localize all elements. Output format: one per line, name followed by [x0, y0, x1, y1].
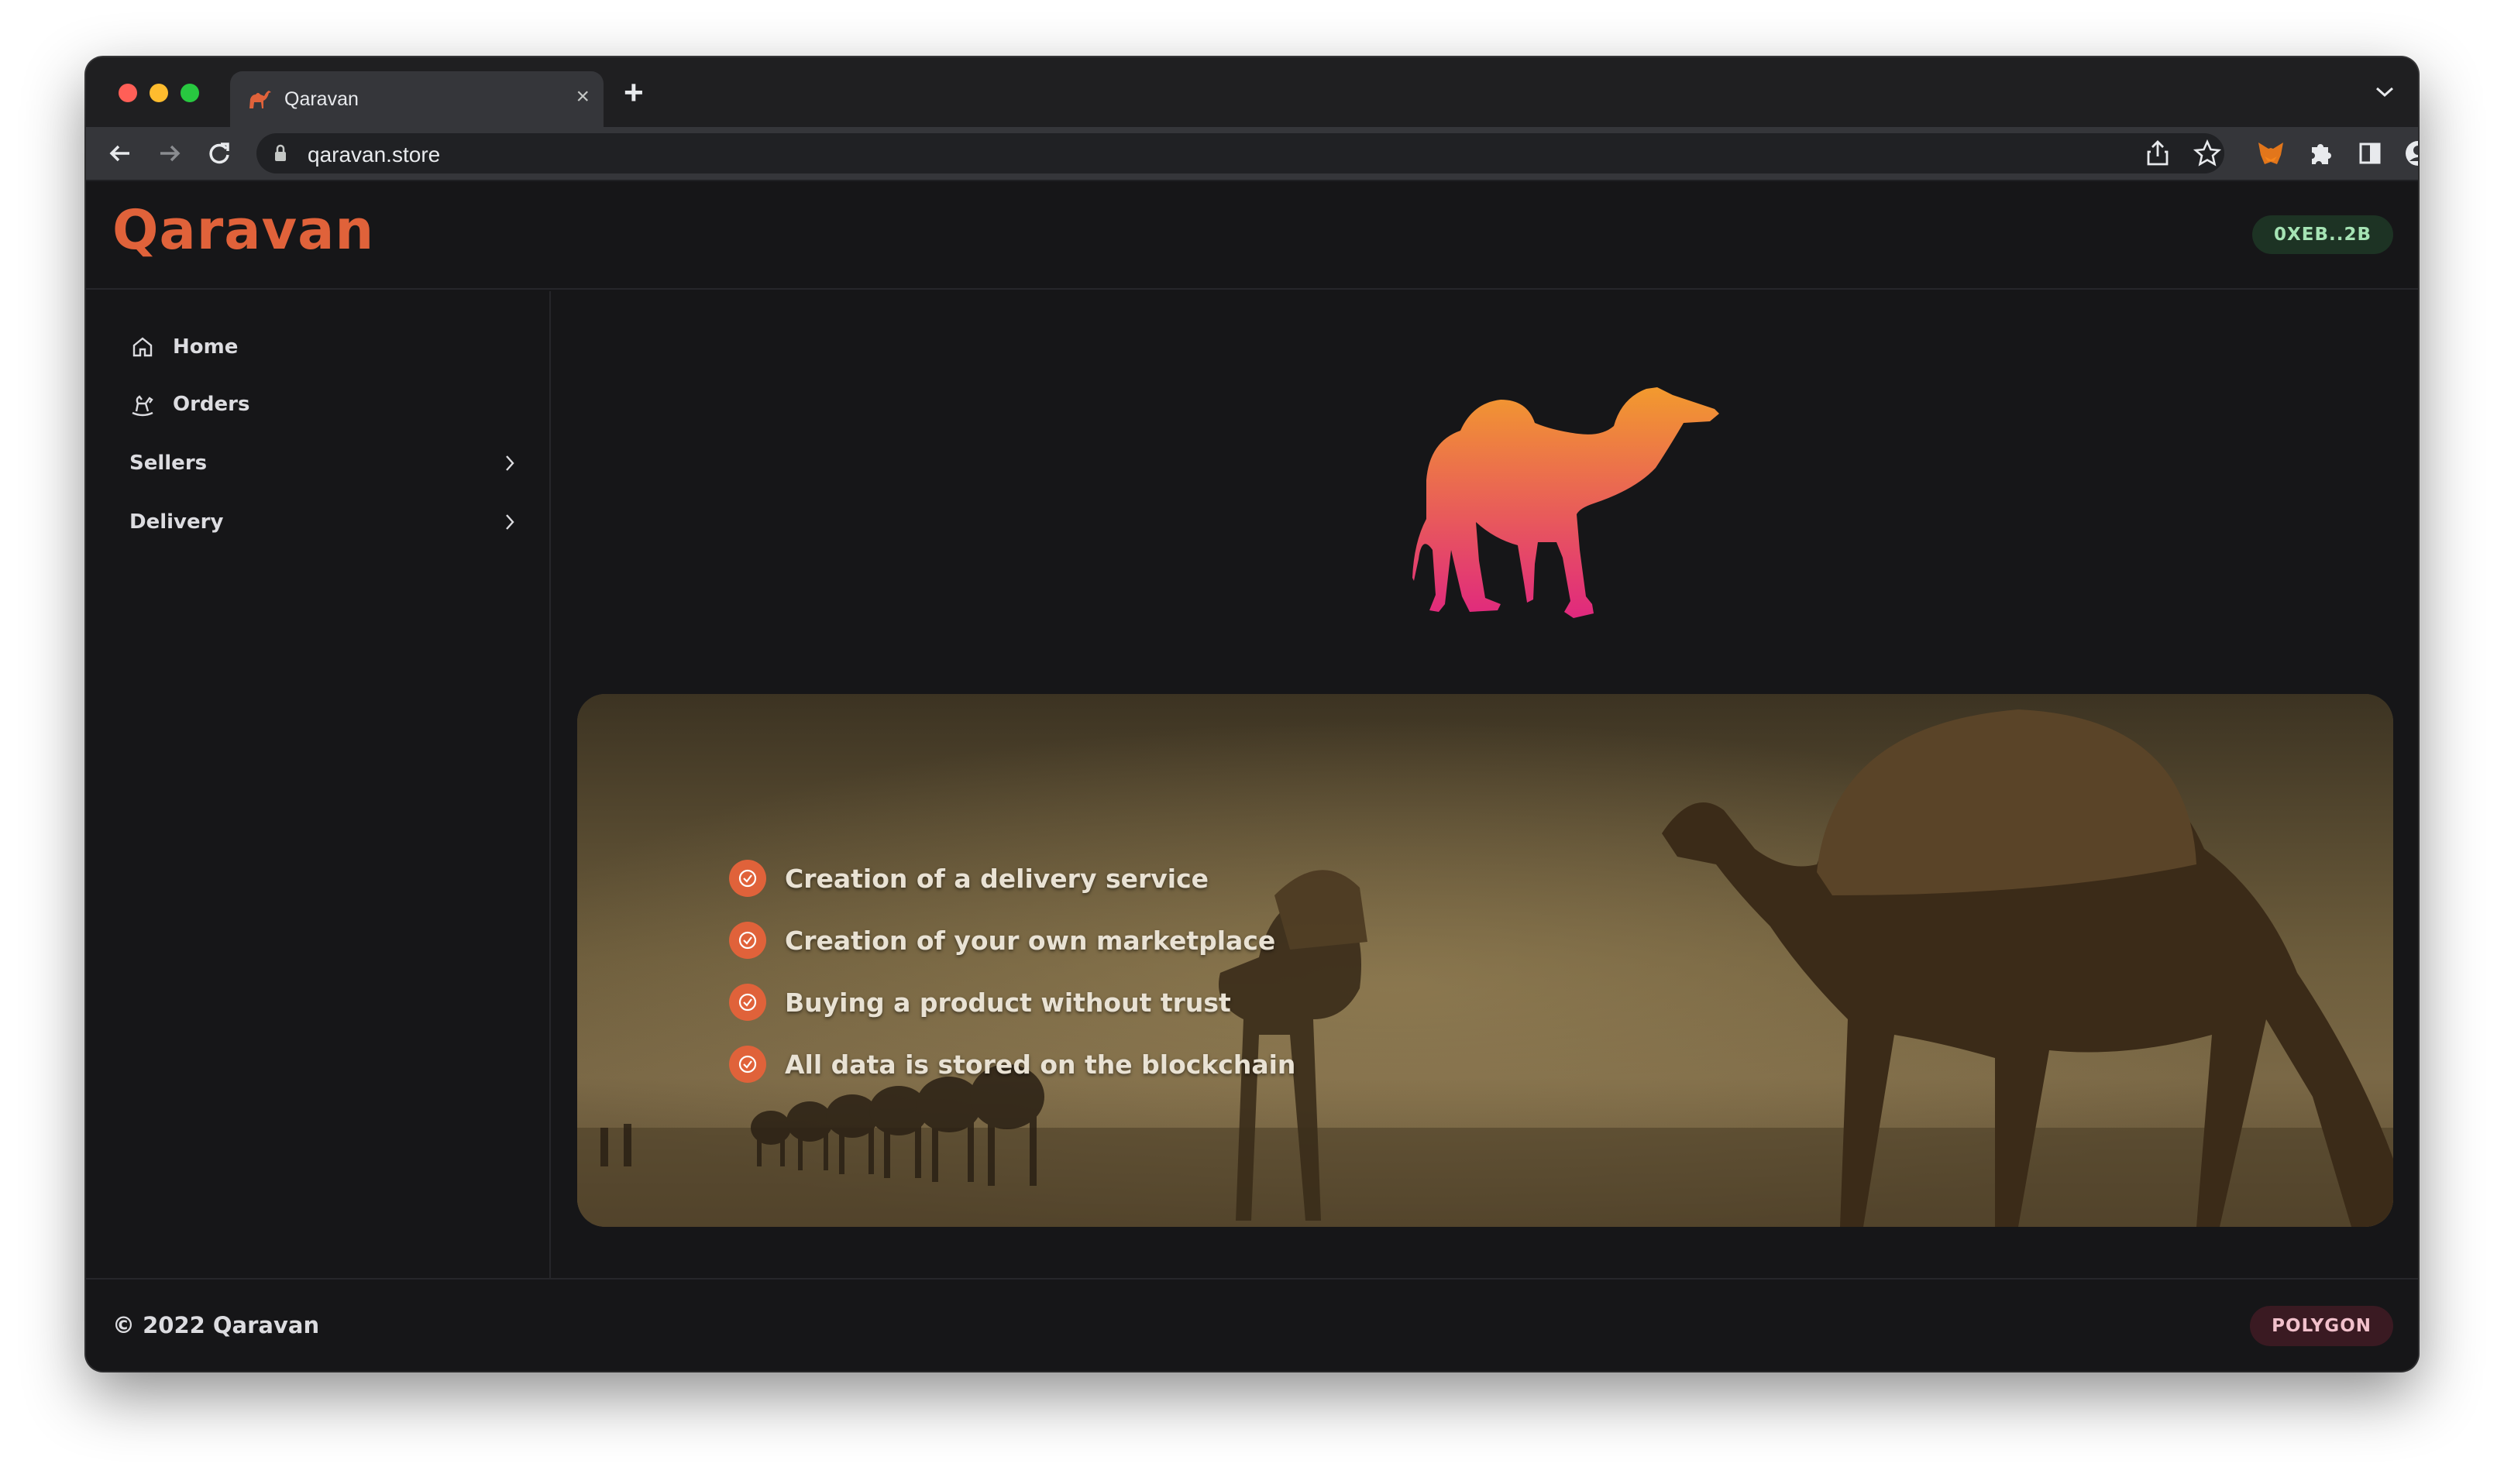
metamask-fox-icon[interactable]	[2255, 138, 2286, 169]
bookmark-star-icon[interactable]	[2192, 138, 2223, 169]
main-content: Creation of a delivery service Creation …	[552, 291, 2418, 1278]
tab-qaravan[interactable]: Qaravan ×	[230, 71, 604, 127]
back-arrow-icon[interactable]	[103, 136, 137, 170]
list-item: Creation of a delivery service	[729, 847, 1295, 909]
qaravan-logo[interactable]: Qaravan	[112, 198, 374, 262]
sidebar-item-sellers[interactable]: Sellers	[129, 443, 517, 483]
browser-window: Qaravan × + qaravan.store Qaravan 0XEB..…	[86, 57, 2418, 1371]
feature-text: All data is stored on the blockchain	[785, 1049, 1296, 1080]
new-tab-button[interactable]: +	[624, 76, 644, 110]
address-bar[interactable]: qaravan.store	[256, 133, 2224, 173]
sidebar-item-label: Orders	[173, 393, 250, 416]
camel-favicon-icon	[249, 91, 271, 108]
check-circle-icon	[729, 922, 766, 959]
network-badge[interactable]: POLYGON	[2250, 1306, 2393, 1346]
hero-banner: Creation of a delivery service Creation …	[577, 694, 2393, 1227]
extensions-puzzle-icon[interactable]	[2305, 138, 2336, 169]
home-icon	[132, 337, 153, 357]
url-text: qaravan.store	[308, 143, 441, 167]
sidebar-item-label: Sellers	[129, 452, 208, 475]
side-panel-icon[interactable]	[2354, 138, 2385, 169]
app-header: Qaravan 0XEB..2B	[86, 181, 2418, 290]
chevron-right-icon	[506, 514, 514, 530]
reload-icon[interactable]	[202, 136, 236, 170]
sidebar: Home Orders Sellers Delivery	[86, 291, 551, 1278]
list-item: Buying a product without trust	[729, 971, 1295, 1033]
sidebar-item-home[interactable]: Home	[129, 327, 517, 367]
chevron-right-icon	[506, 455, 514, 471]
list-item: All data is stored on the blockchain	[729, 1033, 1295, 1095]
feature-text: Buying a product without trust	[785, 987, 1231, 1018]
wallet-address-badge[interactable]: 0XEB..2B	[2252, 215, 2393, 254]
maximize-window-button[interactable]	[181, 84, 199, 102]
list-item: Creation of your own marketplace	[729, 909, 1295, 971]
sidebar-item-label: Home	[173, 335, 239, 359]
browser-toolbar: qaravan.store	[86, 127, 2418, 181]
tab-search-chevron-icon[interactable]	[2375, 85, 2395, 99]
lock-icon	[275, 144, 286, 161]
profile-avatar-icon[interactable]	[2403, 138, 2418, 169]
feature-list: Creation of a delivery service Creation …	[729, 847, 1295, 1095]
feature-text: Creation of your own marketplace	[785, 925, 1276, 956]
feature-text: Creation of a delivery service	[785, 863, 1209, 894]
rocking-horse-icon	[132, 395, 153, 417]
close-window-button[interactable]	[119, 84, 137, 102]
copyright-text: © 2022 Qaravan	[112, 1312, 320, 1338]
sidebar-item-delivery[interactable]: Delivery	[129, 502, 517, 542]
minimize-window-button[interactable]	[150, 84, 168, 102]
sidebar-item-orders[interactable]: Orders	[129, 384, 517, 424]
qaravan-app: Qaravan 0XEB..2B Home Orders Sellers Del…	[86, 181, 2418, 1371]
tab-close-icon[interactable]: ×	[576, 84, 590, 110]
sidebar-item-label: Delivery	[129, 510, 224, 534]
share-icon[interactable]	[2142, 138, 2173, 169]
check-circle-icon	[729, 860, 766, 897]
check-circle-icon	[729, 1046, 766, 1083]
app-footer: © 2022 Qaravan POLYGON	[86, 1278, 2418, 1371]
tab-strip: Qaravan × +	[86, 57, 2418, 127]
forward-arrow-icon[interactable]	[153, 136, 187, 170]
tab-title: Qaravan	[284, 88, 359, 110]
check-circle-icon	[729, 984, 766, 1021]
camel-logo-icon	[1412, 387, 1719, 618]
